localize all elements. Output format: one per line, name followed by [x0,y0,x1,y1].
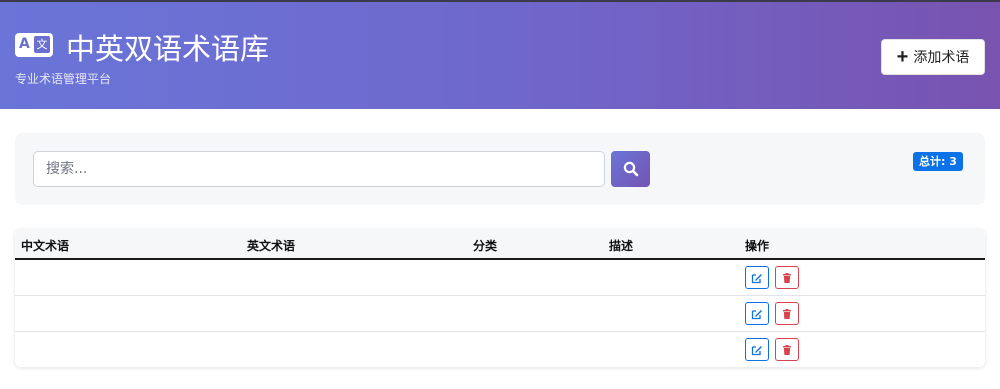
column-header-actions: 操作 [745,239,770,253]
page-title: 中英双语术语库 [66,32,270,66]
search-button[interactable] [611,151,650,187]
app-header: A 文 中英双语术语库 专业术语管理平台 + 添加术语 [0,2,1000,109]
trash-icon [783,272,791,283]
total-count-badge: 总计: 3 [913,152,963,171]
search-panel: 总计: 3 [15,133,985,205]
column-header-category: 分类 [473,239,498,253]
delete-button[interactable] [775,302,799,325]
column-header-zh: 中文术语 [21,239,70,253]
add-term-button[interactable]: + 添加术语 [881,39,985,75]
add-term-label: 添加术语 [913,49,970,65]
trash-icon [783,344,791,355]
trash-icon [783,308,791,319]
edit-icon [751,345,762,355]
table-row [15,296,985,332]
edit-icon [751,309,762,319]
delete-button[interactable] [775,338,799,361]
translate-icon: A 文 [15,33,53,57]
plus-icon: + [896,46,909,68]
table-row [15,332,985,367]
column-header-description: 描述 [609,239,634,253]
edit-icon [751,273,762,283]
edit-button[interactable] [745,338,769,361]
table-header: 中文术语 英文术语 分类 描述 操作 [15,229,985,260]
table-row [15,260,985,296]
terms-table: 中文术语 英文术语 分类 描述 操作 [15,229,985,367]
search-icon [623,161,638,177]
delete-button[interactable] [775,266,799,289]
edit-button[interactable] [745,302,769,325]
edit-button[interactable] [745,266,769,289]
page-subtitle: 专业术语管理平台 [15,72,112,86]
search-input[interactable] [33,151,605,187]
column-header-en: 英文术语 [247,239,296,253]
